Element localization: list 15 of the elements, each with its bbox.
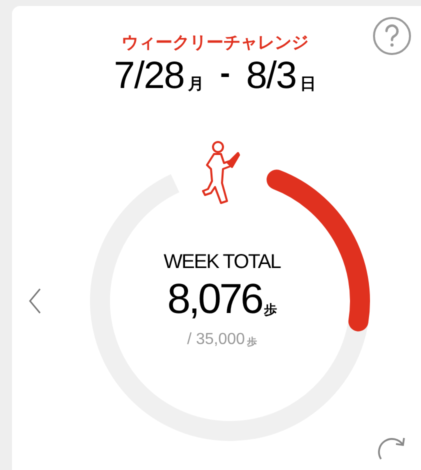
date-separator: - — [220, 59, 230, 89]
step-goal: / 35,000 — [187, 332, 245, 348]
start-weekday: 月 — [188, 77, 204, 93]
step-count: 8,076 — [167, 278, 262, 320]
walking-person-icon — [202, 141, 240, 207]
help-icon[interactable] — [372, 16, 412, 56]
chevron-left-icon[interactable] — [28, 287, 42, 315]
end-date: 8/3 — [246, 57, 296, 95]
challenge-title: ウィークリーチャレンジ — [122, 34, 308, 51]
end-weekday: 日 — [300, 77, 316, 93]
week-total-label: WEEK TOTAL — [164, 252, 280, 272]
start-date: 7/28 — [114, 57, 184, 95]
refresh-icon[interactable] — [378, 435, 408, 461]
goal-unit: 歩 — [246, 338, 257, 348]
step-unit: 歩 — [264, 303, 277, 316]
